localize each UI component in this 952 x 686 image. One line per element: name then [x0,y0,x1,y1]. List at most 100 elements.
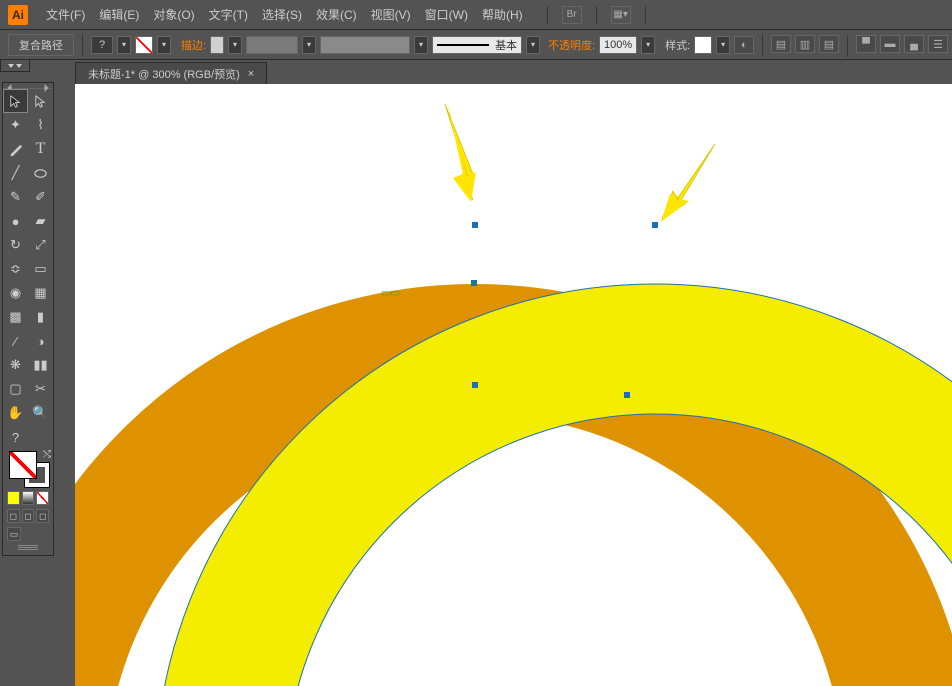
stroke-swatch-none[interactable] [135,36,153,54]
color-mode-row [3,489,53,507]
fill-stroke-control[interactable]: ⤭ [3,449,53,489]
menu-view[interactable]: 视图(V) [371,6,411,23]
selection-type-label: 复合路径 [8,34,74,56]
menu-select[interactable]: 选择(S) [262,6,302,23]
mesh-tool[interactable]: ▩ [3,305,28,329]
menu-help[interactable]: 帮助(H) [482,6,523,23]
blob-brush-tool[interactable]: ● [3,209,28,233]
brush-preview-line [437,44,489,46]
anchor-point[interactable] [652,222,658,228]
document-tab-bar: 未标题-1* @ 300% (RGB/预览) × [75,62,267,84]
stroke-profile-swatch[interactable] [246,36,298,54]
menu-separator [596,6,597,24]
graphic-style-swatch[interactable] [694,36,712,54]
opacity-dropdown[interactable]: ▾ [641,36,655,54]
menu-type[interactable]: 文字(T) [209,6,248,23]
lasso-tool[interactable]: ⌇ [28,113,53,137]
stroke-weight-field[interactable] [210,36,224,54]
pencil-tool[interactable]: ✐ [28,185,53,209]
column-graph-tool[interactable]: ▮▮ [28,353,53,377]
stroke-profile-dropdown[interactable]: ▾ [302,36,316,54]
menu-file[interactable]: 文件(F) [46,6,85,23]
menu-object[interactable]: 对象(O) [153,6,194,23]
eraser-tool[interactable]: ▰ [28,209,53,233]
brush-preset[interactable]: 基本 [432,36,522,54]
annotation-arrow-left [445,102,476,202]
app-logo: Ai [8,5,28,25]
document-tab[interactable]: 未标题-1* @ 300% (RGB/预览) × [75,62,267,85]
stroke-dropdown[interactable]: ▾ [157,36,171,54]
arrange-docs-icon[interactable]: ▦▾ [611,6,631,24]
distribute-icon[interactable]: ☰ [928,35,948,53]
fill-color-box[interactable] [9,451,37,479]
anchor-point[interactable] [471,280,477,286]
align-bottom-icon[interactable]: ▄ [904,35,924,53]
color-mode-gradient[interactable] [22,491,35,505]
width-tool[interactable]: ≎ [3,257,28,281]
fill-help-icon[interactable]: ? [91,36,113,54]
ellipse-tool[interactable] [28,161,53,185]
zoom-tool[interactable]: 🔍 [28,401,53,425]
menu-window[interactable]: 窗口(W) [425,6,468,23]
align-left-icon[interactable]: ▤ [771,35,791,53]
brush-def-dropdown[interactable]: ▾ [414,36,428,54]
align-center-h-icon[interactable]: ▥ [795,35,815,53]
paintbrush-tool[interactable]: ✎ [3,185,28,209]
menu-bar: Ai 文件(F) 编辑(E) 对象(O) 文字(T) 选择(S) 效果(C) 视… [0,0,952,30]
canvas-area[interactable]: ▭▭ [75,84,952,686]
graphic-style-dropdown[interactable]: ▾ [716,36,730,54]
annotation-arrow-right [661,142,717,222]
menu-separator [645,6,646,24]
menu-edit[interactable]: 编辑(E) [99,6,139,23]
anchor-point[interactable] [624,392,630,398]
menu-effect[interactable]: 效果(C) [316,6,357,23]
bridge-icon[interactable]: Br [562,6,582,24]
direct-selection-tool[interactable] [28,89,53,113]
line-tool[interactable]: ╱ [3,161,28,185]
tab-close-icon[interactable]: × [248,68,254,80]
selection-tool[interactable] [3,89,28,113]
scale-tool[interactable]: ⤢ [28,233,53,257]
symbol-sprayer-tool[interactable]: ❋ [3,353,28,377]
stroke-weight-dropdown[interactable]: ▾ [228,36,242,54]
tools-grip[interactable] [3,543,53,551]
shape-builder-tool[interactable]: ◉ [3,281,28,305]
type-tool[interactable]: T [28,137,53,161]
opacity-label: 不透明度: [548,37,595,53]
draw-inside-icon[interactable]: ◻ [36,509,49,523]
stroke-label: 描边: [181,37,206,53]
blend-tool[interactable]: ◑ [28,329,53,353]
control-bar: 复合路径 ? ▾ ▾ 描边: ▾ ▾ ▾ 基本 ▾ 不透明度: 100% ▾ 样… [0,30,952,60]
tool-empty [28,425,53,449]
eyedropper-tool[interactable]: ⁄ [3,329,28,353]
hand-tool[interactable]: ✋ [3,401,28,425]
align-top-icon[interactable]: ▀ [856,35,876,53]
brush-preset-dropdown[interactable]: ▾ [526,36,540,54]
color-mode-none[interactable] [36,491,49,505]
expand-panels-tab[interactable] [0,60,30,72]
artboard-tool[interactable]: ▢ [3,377,28,401]
opacity-value-field[interactable]: 100% [599,36,637,54]
color-mode-solid[interactable] [7,491,20,505]
brush-def-field[interactable] [320,36,410,54]
menu-separator [547,6,548,24]
free-transform-tool[interactable]: ▭ [28,257,53,281]
anchor-point[interactable] [472,382,478,388]
slice-tool[interactable]: ✂ [28,377,53,401]
fill-dropdown[interactable]: ▾ [117,36,131,54]
screen-mode-icon[interactable]: ▭ [7,527,21,541]
screen-mode-row: ▭ [3,525,53,543]
magic-wand-tool[interactable]: ✦ [3,113,28,137]
perspective-grid-tool[interactable]: ▦ [28,281,53,305]
center-marker: ▭▭ [381,288,400,299]
draw-behind-icon[interactable]: ◻ [22,509,35,523]
swap-fill-stroke-icon[interactable]: ⤭ [43,449,51,460]
rotate-tool[interactable]: ↻ [3,233,28,257]
align-center-v-icon[interactable]: ▬ [880,35,900,53]
align-right-icon[interactable]: ▤ [819,35,839,53]
pen-tool[interactable] [3,137,28,161]
recolor-icon[interactable]: ◐ [734,36,754,54]
gradient-tool[interactable]: ▮ [28,305,53,329]
draw-normal-icon[interactable]: ◻ [7,509,20,523]
anchor-point[interactable] [472,222,478,228]
